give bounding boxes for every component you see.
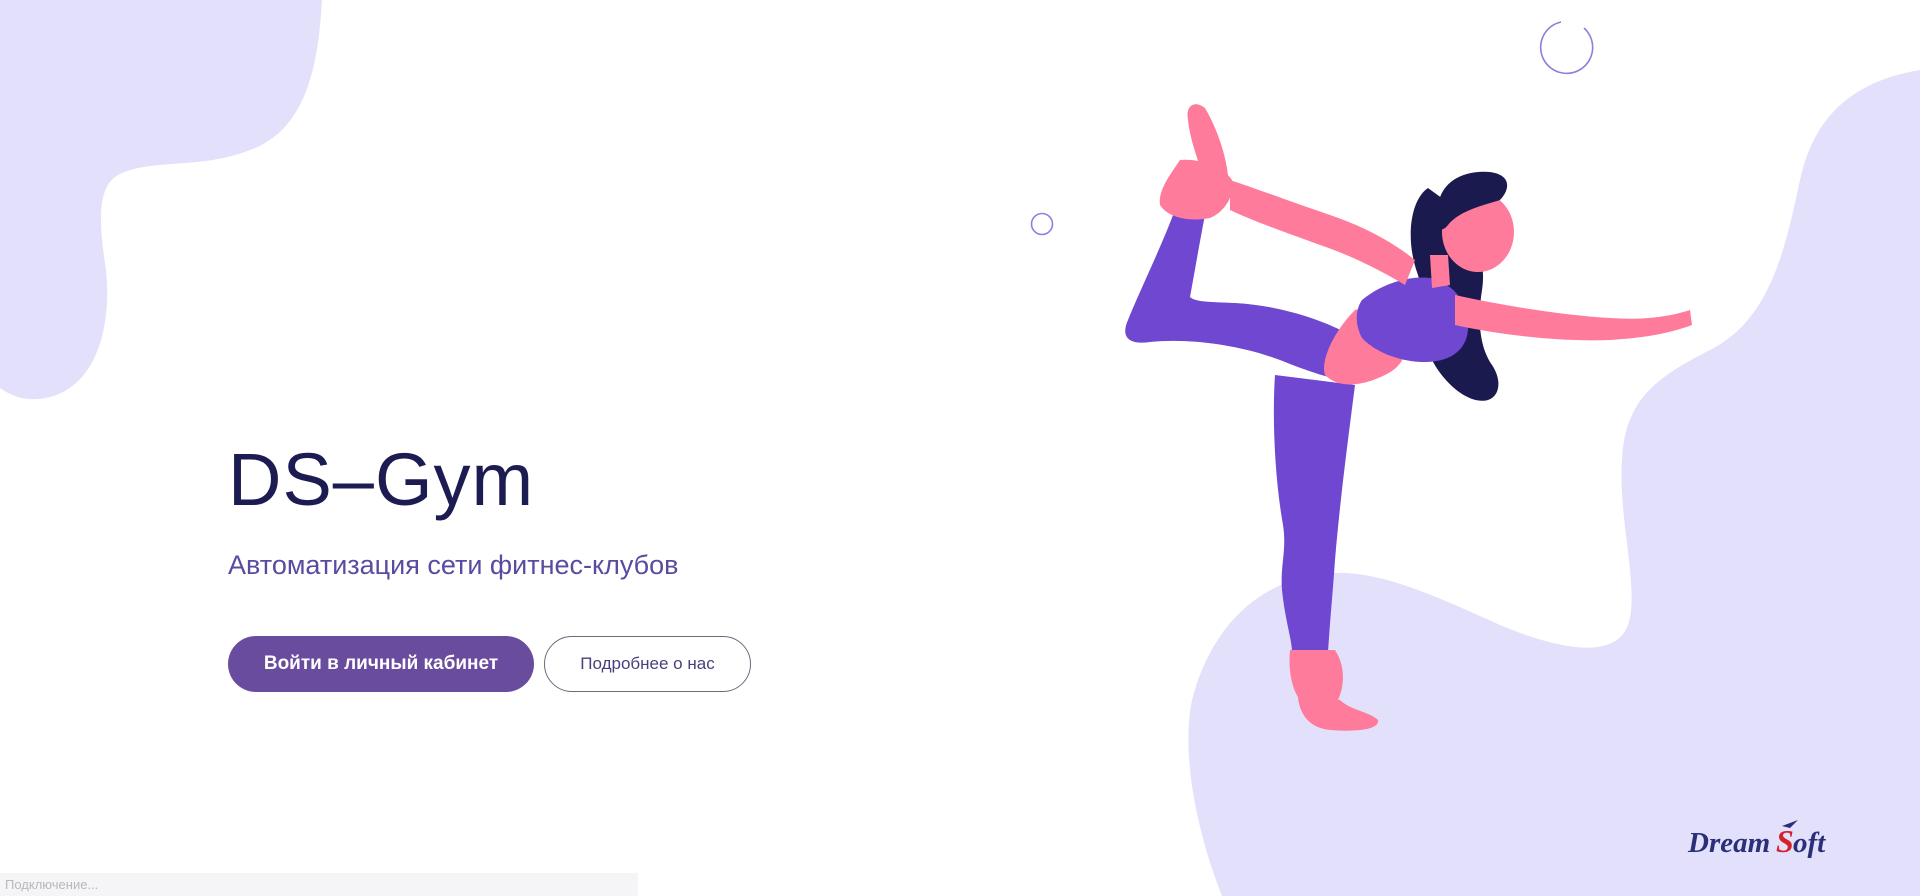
neck bbox=[1430, 255, 1450, 288]
arc-icon bbox=[1539, 21, 1594, 75]
about-button[interactable]: Подробнее о нас bbox=[544, 636, 751, 692]
svg-text:Dream: Dream bbox=[1687, 827, 1770, 859]
top-left-blob bbox=[0, 0, 322, 400]
login-button[interactable]: Войти в личный кабинет bbox=[228, 636, 534, 692]
front-arm bbox=[1455, 295, 1692, 341]
standing-leg bbox=[1273, 375, 1355, 652]
small-circle-icon bbox=[1030, 212, 1054, 236]
hero-section: DS–Gym Автоматизация сети фитнес-клубов … bbox=[228, 440, 928, 692]
status-bar: Подключение... bbox=[0, 873, 638, 896]
standing-foot bbox=[1298, 698, 1379, 731]
back-arm bbox=[1230, 180, 1415, 285]
hero-actions: Войти в личный кабинет Подробнее о нас bbox=[228, 636, 928, 692]
svg-text:S: S bbox=[1776, 823, 1794, 859]
standing-sock bbox=[1289, 650, 1343, 700]
landing-page: DS–Gym Автоматизация сети фитнес-клубов … bbox=[0, 0, 1920, 896]
page-subtitle: Автоматизация сети фитнес-клубов bbox=[228, 550, 679, 580]
svg-text:oft: oft bbox=[1793, 827, 1826, 859]
dreamsoft-logo[interactable]: Dream S oft bbox=[1686, 806, 1836, 866]
status-text: Подключение... bbox=[5, 877, 99, 892]
yoga-woman-illustration bbox=[1125, 104, 1692, 731]
page-title: DS–Gym bbox=[228, 438, 535, 521]
